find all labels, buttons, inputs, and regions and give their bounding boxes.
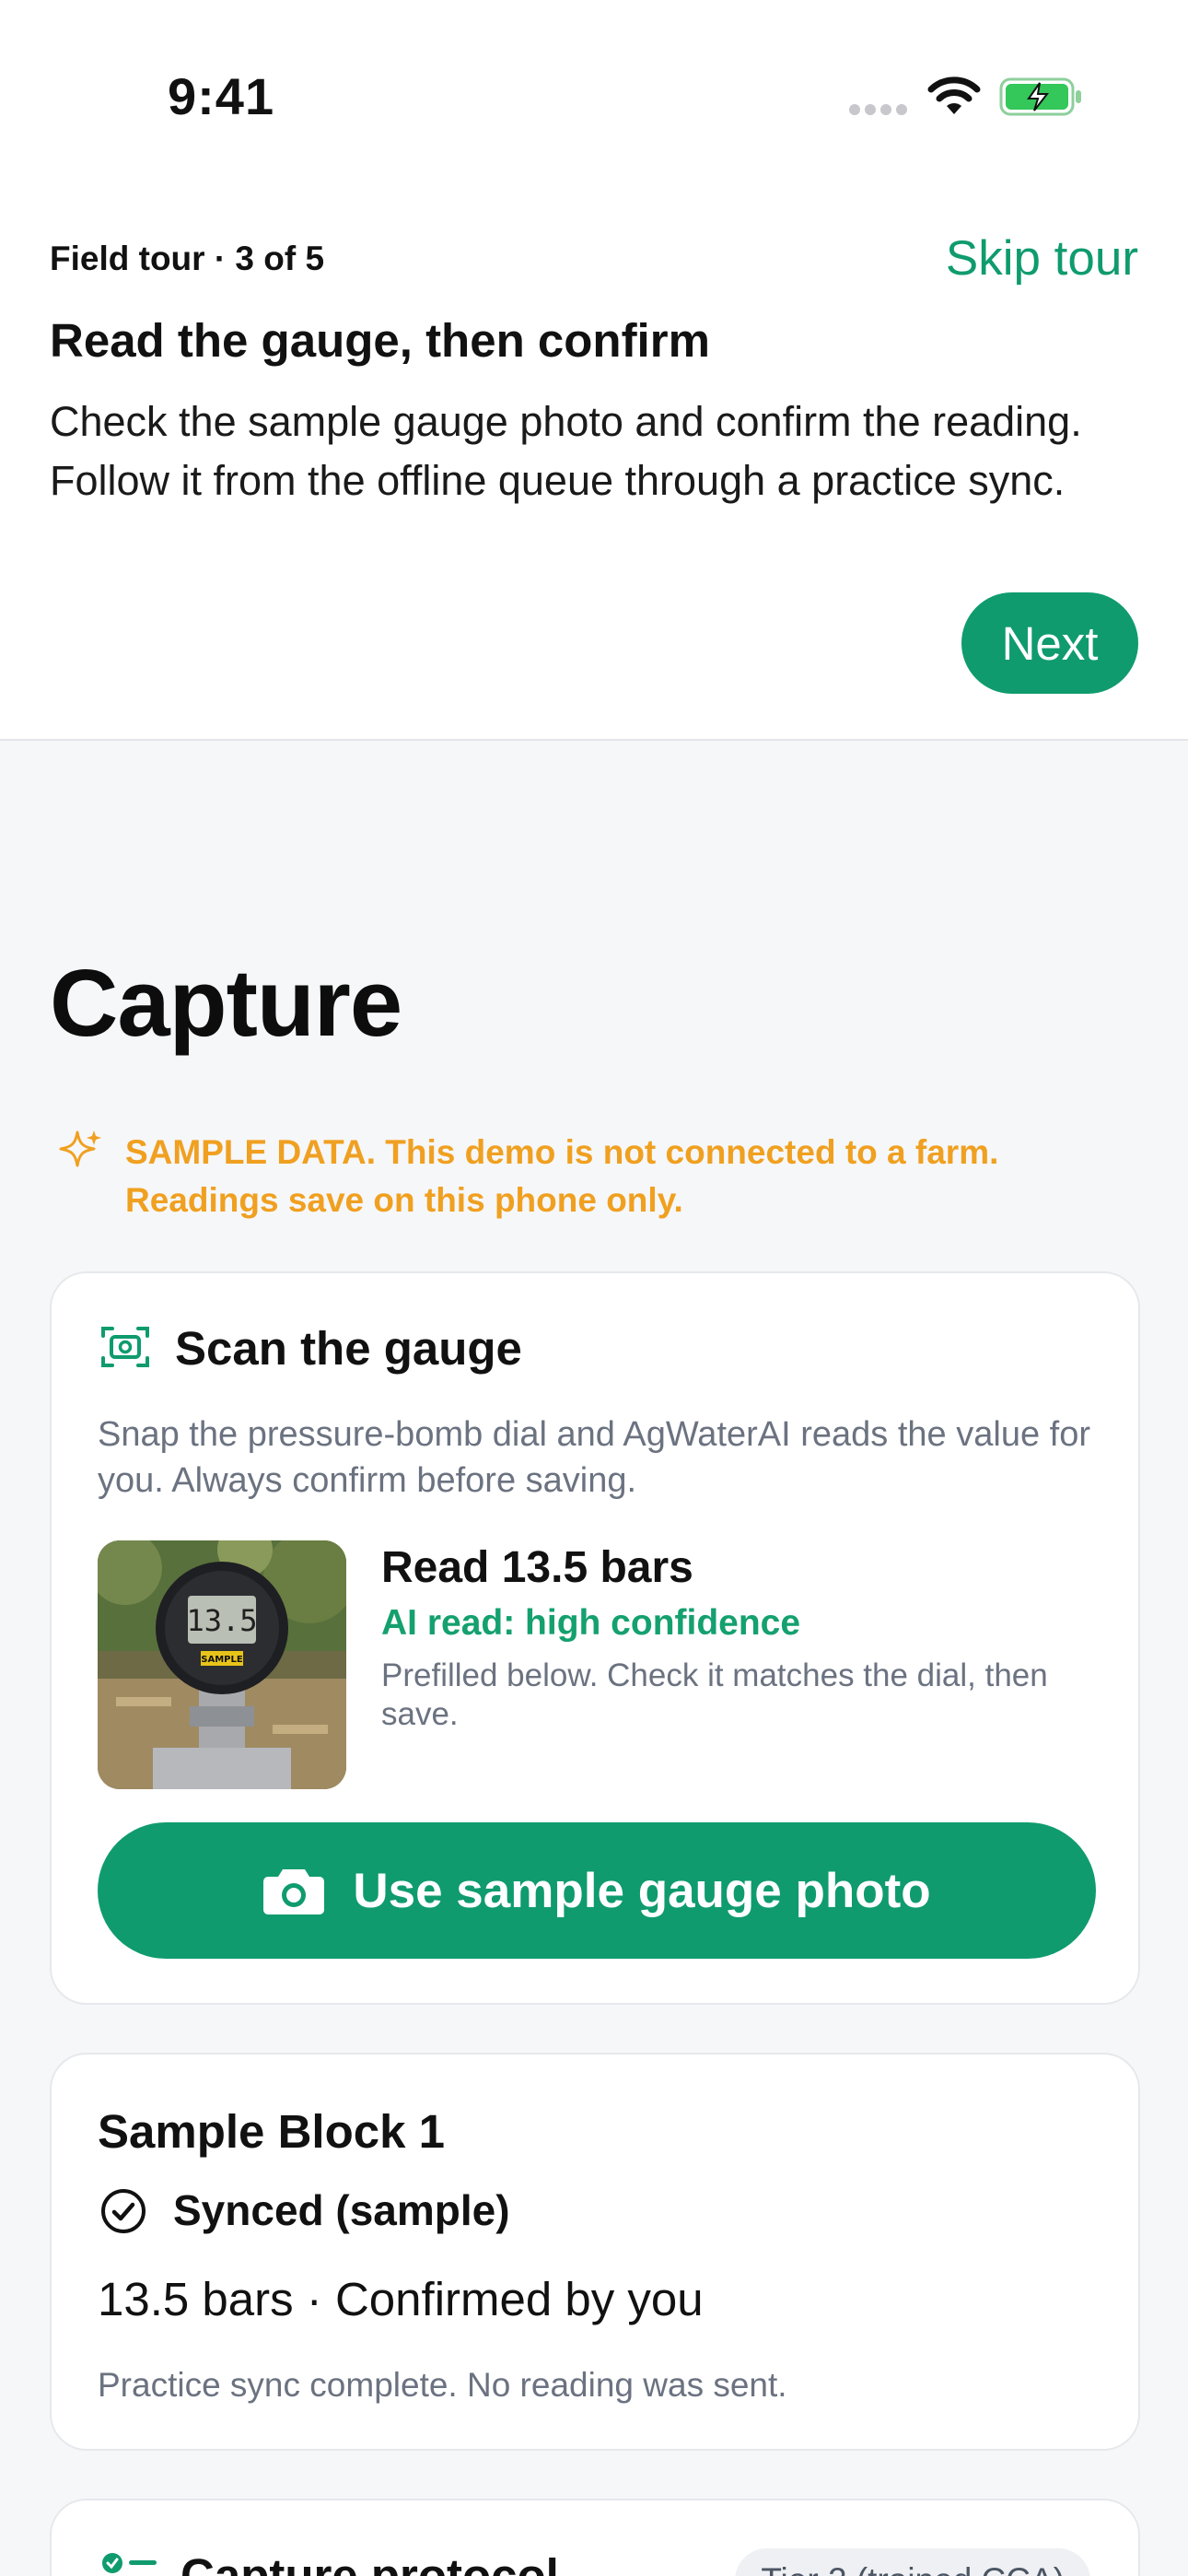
read-value: Read 13.5 bars	[381, 1543, 693, 1592]
tour-title: Read the gauge, then confirm	[50, 314, 710, 367]
cellular-signal-icon	[849, 103, 912, 120]
skip-tour-link[interactable]: Skip tour	[946, 230, 1138, 287]
check-circle-icon	[101, 2189, 146, 2233]
sync-status: Synced (sample)	[173, 2186, 510, 2234]
sample-gauge-photo: 13.5 SAMPLE	[98, 1540, 346, 1789]
next-button[interactable]: Next	[961, 592, 1138, 694]
prefill-note: Prefilled below. Check it matches the di…	[381, 1657, 1048, 1732]
capture-protocol-card[interactable]: Capture protocol Tier 2 (trained CCA)	[50, 2499, 1140, 2576]
tour-body: Check the sample gauge photo and confirm…	[50, 398, 1082, 504]
tour-panel: Field tour · 3 of 5 Skip tour Read the g…	[0, 184, 1188, 741]
tier-badge: Tier 2 (trained CCA)	[735, 2548, 1090, 2576]
block-title: Sample Block 1	[98, 2105, 445, 2158]
checklist-icon	[102, 2553, 157, 2573]
sparkle-icon	[59, 1130, 101, 1167]
scan-card-title: Scan the gauge	[175, 1322, 522, 1375]
block-note: Practice sync complete. No reading was s…	[98, 2366, 787, 2404]
protocol-title: Capture protocol	[181, 2549, 559, 2576]
ai-confidence: AI read: high confidence	[381, 1603, 801, 1643]
tour-step-indicator: Field tour · 3 of 5	[50, 240, 325, 277]
camera-scan-icon	[101, 1327, 149, 1367]
scan-gauge-card: Scan the gauge Snap the pressure-bomb di…	[50, 1271, 1140, 2005]
use-sample-photo-button[interactable]: Use sample gauge photo	[98, 1822, 1096, 1959]
capture-screen: 9:41 Field tour · 3 of 5 Skip tour Read …	[0, 0, 1188, 2576]
status-time: 9:41	[168, 67, 275, 125]
page-title: Capture	[50, 950, 402, 1056]
camera-icon	[263, 1869, 325, 1914]
status-bar: 9:41	[0, 0, 1188, 184]
wifi-icon	[927, 76, 981, 114]
scan-card-description: Snap the pressure-bomb dial and AgWaterA…	[98, 1415, 1090, 1500]
battery-charging-icon	[999, 77, 1081, 116]
use-sample-photo-label: Use sample gauge photo	[353, 1863, 931, 1918]
gauge-sample-tag: SAMPLE	[201, 1655, 243, 1665]
sample-block-card[interactable]: Sample Block 1 Synced (sample) 13.5 bars…	[50, 2053, 1140, 2451]
block-reading: 13.5 bars · Confirmed by you	[98, 2273, 704, 2325]
gauge-display-value: 13.5	[186, 1603, 257, 1638]
notice-text: SAMPLE DATA. This demo is not connected …	[125, 1133, 999, 1219]
